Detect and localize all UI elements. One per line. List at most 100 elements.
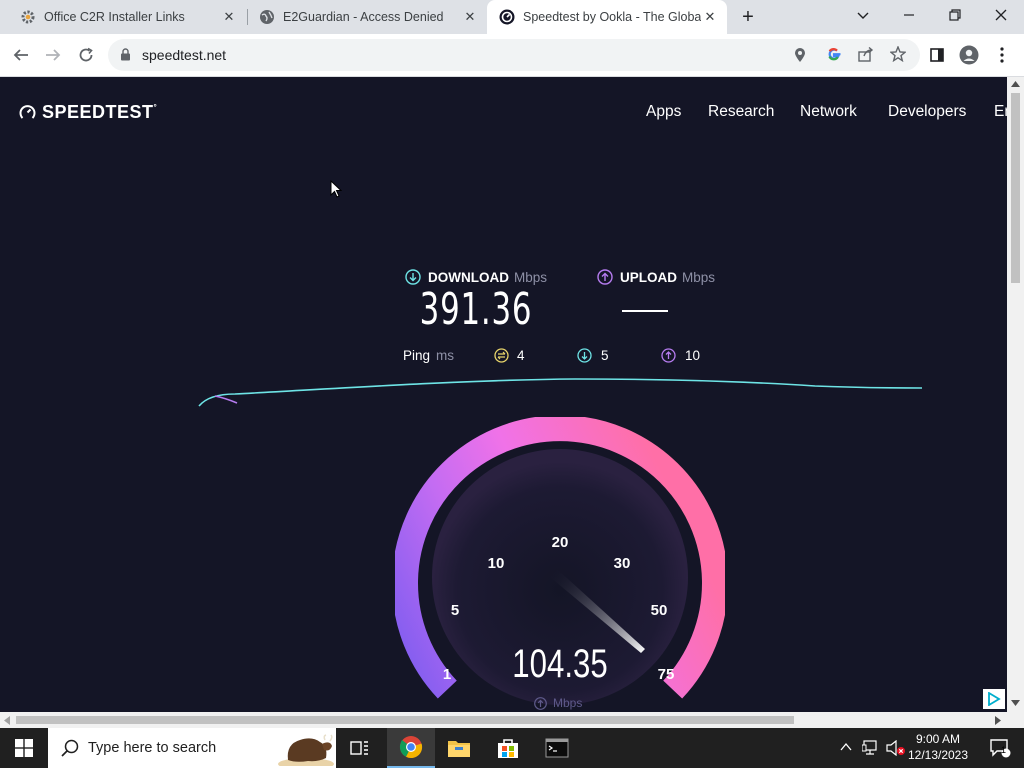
gauge-tick-5: 5 xyxy=(451,602,459,619)
menu-kebab-icon[interactable] xyxy=(987,40,1017,70)
gear-icon xyxy=(20,9,36,25)
chrome-icon xyxy=(399,736,423,759)
gauge-tick-30: 30 xyxy=(614,555,631,572)
google-icon[interactable] xyxy=(826,46,842,67)
vertical-scrollbar[interactable] xyxy=(1007,77,1024,712)
close-tab-icon[interactable]: ✕ xyxy=(461,8,479,26)
taskbar-terminal[interactable] xyxy=(533,728,581,768)
notifications-icon xyxy=(990,739,1011,758)
close-tab-icon[interactable]: ✕ xyxy=(220,8,238,26)
command-prompt-icon xyxy=(545,738,569,758)
forward-button[interactable] xyxy=(38,40,68,70)
volume-muted-icon[interactable] xyxy=(886,740,906,756)
upload-label: UPLOAD Mbps xyxy=(597,269,715,285)
horizontal-scrollbar[interactable] xyxy=(0,712,1007,728)
browser-toolbar: speedtest.net xyxy=(0,34,1024,77)
folder-icon xyxy=(448,741,470,757)
download-label: DOWNLOAD Mbps xyxy=(405,269,547,285)
task-view-icon xyxy=(350,741,368,755)
taskbar-chrome[interactable] xyxy=(387,728,435,768)
taskbar-file-explorer[interactable] xyxy=(435,728,483,768)
close-tab-icon[interactable]: ✕ xyxy=(701,8,719,26)
upload-latency-icon xyxy=(661,348,676,363)
speedtest-logo-icon xyxy=(19,105,36,119)
show-hidden-icons-icon[interactable] xyxy=(840,742,852,752)
clock-time: 9:00 AM xyxy=(915,732,961,746)
horizontal-scroll-thumb[interactable] xyxy=(16,716,794,724)
back-button[interactable] xyxy=(6,40,36,70)
restore-button[interactable] xyxy=(932,0,978,30)
action-center-button[interactable]: 1 xyxy=(976,728,1024,768)
tab-speedtest[interactable]: Speedtest by Ookla - The Global ✕ xyxy=(487,0,727,34)
share-icon[interactable] xyxy=(858,46,874,67)
ping-upload: 10 xyxy=(661,348,700,363)
windows-taskbar: Type here to search 9:00 AM 12/13/2023 1 xyxy=(0,728,1024,768)
scrollbar-corner xyxy=(1007,712,1024,728)
taskbar-search-box[interactable]: Type here to search xyxy=(48,728,336,768)
speedtest-icon xyxy=(499,9,515,25)
start-button[interactable] xyxy=(0,728,48,768)
tab-e2guardian[interactable]: E2Guardian - Access Denied ✕ xyxy=(239,0,487,34)
reload-button[interactable] xyxy=(71,40,101,70)
ping-idle: 4 xyxy=(494,348,525,363)
gauge-tick-50: 50 xyxy=(651,602,668,619)
task-view-button[interactable] xyxy=(336,728,384,768)
new-tab-button[interactable]: + xyxy=(736,6,760,28)
gauge-unit: Mbps xyxy=(534,696,582,710)
scroll-left-icon[interactable] xyxy=(4,716,10,725)
search-highlight-yak-icon xyxy=(278,734,334,766)
download-trace-line xyxy=(198,378,923,407)
ping-label: Ping ms xyxy=(403,348,455,363)
gauge-tick-1: 1 xyxy=(443,666,451,683)
scroll-down-icon[interactable] xyxy=(1011,700,1020,706)
tab-search-button[interactable] xyxy=(840,0,886,30)
idle-latency-icon xyxy=(494,348,509,363)
taskbar-clock[interactable]: 9:00 AM 12/13/2023 xyxy=(906,731,970,763)
vertical-scroll-thumb[interactable] xyxy=(1011,93,1020,283)
profile-avatar-icon[interactable] xyxy=(954,40,984,70)
store-icon xyxy=(498,739,518,758)
download-latency-icon xyxy=(577,348,592,363)
address-bar[interactable]: speedtest.net xyxy=(108,39,920,71)
nav-apps[interactable]: Apps xyxy=(646,103,681,121)
ping-download: 5 xyxy=(577,348,609,363)
mouse-cursor-icon xyxy=(330,180,342,198)
upload-trace-line xyxy=(214,395,238,404)
url-text: speedtest.net xyxy=(142,47,227,63)
search-icon xyxy=(61,739,79,757)
network-icon[interactable] xyxy=(862,740,880,756)
bookmark-star-icon[interactable] xyxy=(889,45,907,67)
search-placeholder: Type here to search xyxy=(88,740,217,756)
scroll-right-icon[interactable] xyxy=(995,716,1001,725)
minimize-button[interactable] xyxy=(886,0,932,30)
speedtest-logo[interactable]: SPEEDTEST ° xyxy=(18,102,157,123)
close-window-button[interactable] xyxy=(978,0,1024,30)
nav-developers[interactable]: Developers xyxy=(888,103,966,121)
gauge-tick-20: 20 xyxy=(552,534,569,551)
scroll-up-icon[interactable] xyxy=(1011,81,1020,87)
upload-arrow-icon xyxy=(534,696,547,710)
side-panel-icon[interactable] xyxy=(922,40,952,70)
tab-strip: Office C2R Installer Links ✕ E2Guardian … xyxy=(0,0,1024,34)
gauge-tick-75: 75 xyxy=(658,666,675,683)
taskbar-microsoft-store[interactable] xyxy=(484,728,532,768)
gauge-tick-10: 10 xyxy=(488,555,505,572)
download-arrow-icon xyxy=(405,269,421,285)
nav-research[interactable]: Research xyxy=(708,103,774,121)
nav-network[interactable]: Network xyxy=(800,103,857,121)
tab-office-c2r[interactable]: Office C2R Installer Links ✕ xyxy=(0,0,246,34)
gauge-speed-value: 104.35 xyxy=(512,642,608,686)
adchoices-icon[interactable] xyxy=(983,689,1005,709)
upload-speed-value: — xyxy=(622,310,668,312)
upload-arrow-icon xyxy=(597,269,613,285)
nav-enterprise[interactable]: En xyxy=(994,103,1007,121)
speed-trace-graph xyxy=(198,378,923,407)
clock-date: 12/13/2023 xyxy=(907,748,969,762)
windows-logo-icon xyxy=(15,739,33,757)
notification-count: 1 xyxy=(1001,745,1007,755)
globe-icon xyxy=(259,9,275,25)
location-pin-icon[interactable] xyxy=(794,47,806,68)
download-speed-value: 391.36 xyxy=(419,284,533,335)
speedtest-page: SPEEDTEST ° Apps Research Network Develo… xyxy=(0,77,1007,712)
lock-icon[interactable] xyxy=(120,48,131,66)
